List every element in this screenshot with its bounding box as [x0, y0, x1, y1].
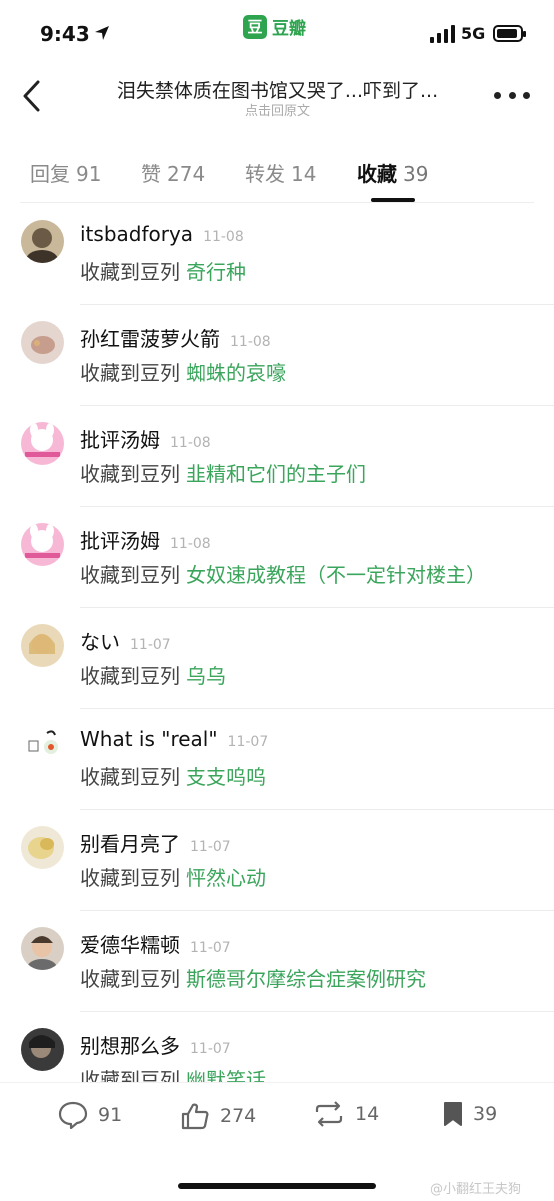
date: 11-08	[170, 536, 211, 552]
tab-reshares[interactable]: 转发 14	[245, 158, 316, 187]
avatar[interactable]	[21, 321, 64, 364]
nav-bar: 泪失禁体质在图书馆又哭了...吓到了... 点击回原文	[0, 68, 554, 128]
douban-app-icon: 豆	[243, 14, 267, 39]
avatar[interactable]	[21, 624, 64, 667]
list-item[interactable]: 爱德华糯顿 11-07 收藏到豆列 斯德哥尔摩综合症案例研究	[0, 911, 554, 1012]
tab-likes[interactable]: 赞 274	[141, 158, 205, 187]
doulist-link[interactable]: 乌乌	[186, 664, 226, 688]
doulist-link[interactable]: 韭精和它们的主子们	[186, 462, 366, 486]
avatar[interactable]	[21, 523, 64, 566]
avatar[interactable]	[21, 220, 64, 263]
action-text: 收藏到豆列	[80, 1068, 180, 1082]
avatar[interactable]	[21, 826, 64, 869]
tab-count: 274	[167, 162, 206, 186]
user-name[interactable]: 孙红雷菠萝火箭	[80, 323, 220, 352]
collect-count: 39	[473, 1103, 498, 1125]
doulist-link[interactable]: 蜘蛛的哀嚎	[186, 361, 286, 385]
user-name[interactable]: What is "real"	[80, 727, 218, 751]
user-name[interactable]: 别想那么多	[80, 1030, 180, 1059]
date: 11-07	[190, 1041, 231, 1057]
location-arrow-icon	[95, 26, 109, 40]
list-item[interactable]: What is "real" 11-07 收藏到豆列 支支呜呜	[0, 709, 554, 810]
date: 11-08	[170, 435, 211, 451]
status-bar: 9:43 豆 豆瓣 5G	[0, 0, 554, 68]
list-item[interactable]: 孙红雷菠萝火箭 11-08 收藏到豆列 蜘蛛的哀嚎	[0, 305, 554, 406]
battery-icon	[493, 25, 526, 42]
doulist-link[interactable]: 斯德哥尔摩综合症案例研究	[186, 967, 426, 991]
comment-icon	[58, 1101, 88, 1129]
doulist-link[interactable]: 支支呜呜	[186, 765, 266, 789]
doulist-link[interactable]: 女奴速成教程（不一定针对楼主）	[186, 563, 486, 587]
reshare-button[interactable]: 14	[313, 1101, 379, 1127]
list-item[interactable]: itsbadforya 11-08 收藏到豆列 奇行种	[0, 204, 554, 305]
network-type: 5G	[461, 24, 486, 43]
user-name[interactable]: 别看月亮了	[80, 828, 180, 857]
date: 11-07	[190, 940, 231, 956]
home-indicator[interactable]	[178, 1183, 376, 1189]
user-name[interactable]: itsbadforya	[80, 222, 193, 246]
more-options-icon[interactable]	[494, 92, 530, 102]
avatar[interactable]	[21, 927, 64, 970]
tab-collects[interactable]: 收藏 39	[357, 158, 428, 187]
date: 11-07	[130, 637, 171, 653]
app-badge: 豆 豆瓣	[243, 14, 306, 39]
page-title: 泪失禁体质在图书馆又哭了...吓到了...	[116, 80, 439, 102]
user-name[interactable]: 批评汤姆	[80, 424, 160, 453]
reshare-count: 14	[355, 1103, 380, 1125]
bottom-action-bar: 91 274 14 39 @小翻红王夫狗	[0, 1082, 554, 1201]
thumbs-up-icon	[181, 1103, 209, 1130]
action-text: 收藏到豆列	[80, 664, 180, 688]
list-item[interactable]: 别看月亮了 11-07 收藏到豆列 怦然心动	[0, 810, 554, 911]
app-name: 豆瓣	[272, 19, 306, 39]
date: 11-07	[190, 839, 231, 855]
list-item[interactable]: 别想那么多 11-07 收藏到豆列 幽默笑话	[0, 1012, 554, 1082]
list-item[interactable]: ない 11-07 收藏到豆列 乌乌	[0, 608, 554, 709]
doulist-link[interactable]: 怦然心动	[186, 866, 266, 890]
action-text: 收藏到豆列	[80, 260, 180, 284]
back-to-original-link[interactable]: 点击回原文	[90, 100, 465, 119]
collect-button[interactable]: 39	[443, 1101, 497, 1127]
user-name[interactable]: ない	[80, 626, 120, 655]
avatar[interactable]	[21, 422, 64, 465]
avatar[interactable]	[21, 1028, 64, 1071]
back-chevron-icon[interactable]	[18, 76, 48, 116]
like-button[interactable]: 274	[180, 1101, 256, 1131]
list-item[interactable]: 批评汤姆 11-08 收藏到豆列 韭精和它们的主子们	[0, 406, 554, 507]
action-text: 收藏到豆列	[80, 462, 180, 486]
watermark: @小翻红王夫狗	[430, 1182, 522, 1197]
tab-replies[interactable]: 回复 91	[30, 158, 101, 187]
date: 11-07	[227, 734, 269, 750]
reshare-icon	[315, 1101, 343, 1127]
date: 11-08	[203, 229, 244, 245]
collect-list: itsbadforya 11-08 收藏到豆列 奇行种 孙红雷菠萝火箭 11-08 收…	[0, 204, 554, 1082]
like-count: 274	[220, 1105, 257, 1127]
comment-count: 91	[98, 1104, 123, 1126]
divider	[20, 202, 534, 203]
tab-label: 收藏	[357, 162, 397, 186]
action-text: 收藏到豆列	[80, 967, 180, 991]
doulist-link[interactable]: 幽默笑话	[186, 1068, 266, 1082]
signal-icon	[430, 25, 455, 43]
action-text: 收藏到豆列	[80, 563, 180, 587]
tab-count: 39	[403, 162, 429, 186]
user-name[interactable]: 爱德华糯顿	[80, 929, 180, 958]
action-text: 收藏到豆列	[80, 765, 180, 789]
comment-button[interactable]: 91	[58, 1101, 122, 1129]
bookmark-icon	[444, 1102, 462, 1126]
tab-label: 转发	[245, 162, 285, 186]
status-time: 9:43	[40, 22, 90, 46]
tab-bar: 回复 91 赞 274 转发 14 收藏 39	[0, 150, 554, 204]
doulist-link[interactable]: 奇行种	[186, 260, 246, 284]
tab-count: 91	[76, 162, 102, 186]
action-text: 收藏到豆列	[80, 361, 180, 385]
user-name[interactable]: 批评汤姆	[80, 525, 160, 554]
tab-label: 赞	[141, 162, 161, 186]
action-text: 收藏到豆列	[80, 866, 180, 890]
date: 11-08	[230, 334, 271, 350]
tab-label: 回复	[30, 162, 70, 186]
list-item[interactable]: 批评汤姆 11-08 收藏到豆列 女奴速成教程（不一定针对楼主）	[0, 507, 554, 608]
avatar[interactable]	[21, 725, 64, 768]
tab-count: 14	[291, 162, 317, 186]
